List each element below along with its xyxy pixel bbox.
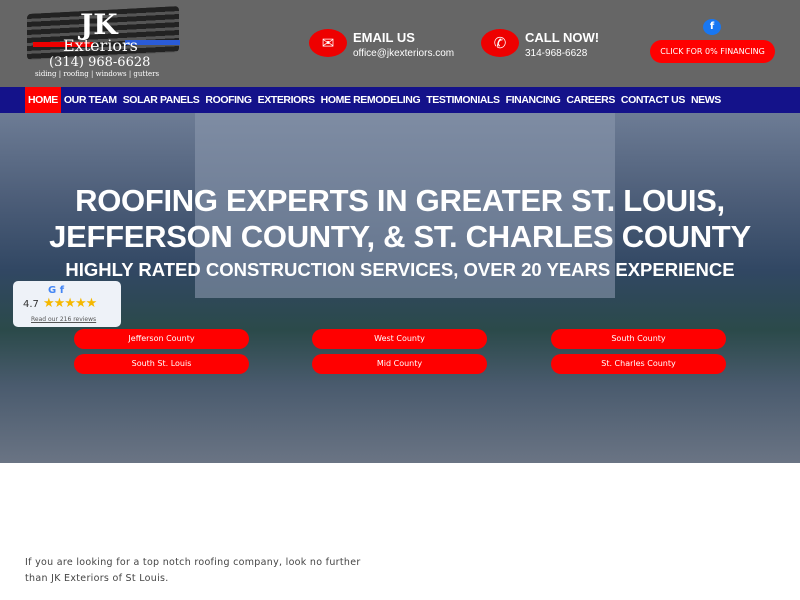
reviews-widget[interactable]: G f 4.7 ★★★★★ Read our 216 reviews [13, 281, 121, 327]
email-contact[interactable]: EMAIL US office@jkexteriors.com [353, 30, 454, 59]
phone-contact[interactable]: CALL NOW! 314-968-6628 [525, 30, 599, 59]
phone-icon[interactable]: ✆ [481, 29, 519, 57]
nav-home-remodeling[interactable]: HOME REMODELING [318, 87, 424, 113]
financing-button[interactable]: CLICK FOR 0% FINANCING [650, 40, 775, 63]
area-jefferson-county[interactable]: Jefferson County [74, 329, 249, 349]
phone-number[interactable]: 314-968-6628 [525, 48, 599, 59]
review-score: 4.7 [23, 299, 39, 310]
nav-news[interactable]: NEWS [688, 87, 724, 113]
main-nav: HOME OUR TEAM SOLAR PANELS ROOFING EXTER… [0, 87, 800, 113]
area-mid-county[interactable]: Mid County [312, 354, 487, 374]
logo-sub: Exteriors [63, 36, 138, 55]
email-title: EMAIL US [353, 30, 415, 45]
nav-testimonials[interactable]: TESTIMONIALS [423, 87, 502, 113]
logo-phone: (314) 968-6628 [49, 55, 151, 70]
nav-careers[interactable]: CAREERS [563, 87, 618, 113]
hero-title: ROOFING EXPERTS IN GREATER ST. LOUIS, JE… [49, 183, 751, 254]
logo-tagline: siding | roofing | windows | gutters [35, 70, 160, 78]
star-rating-icon: ★★★★★ [43, 296, 97, 311]
area-south-county[interactable]: South County [551, 329, 726, 349]
envelope-icon[interactable]: ✉ [309, 29, 347, 57]
intro-text: If you are looking for a top notch roofi… [25, 557, 361, 584]
hero: ROOFING EXPERTS IN GREATER ST. LOUIS, JE… [0, 113, 800, 463]
nav-our-team[interactable]: OUR TEAM [61, 87, 120, 113]
nav-solar-panels[interactable]: SOLAR PANELS [120, 87, 203, 113]
reviews-link[interactable]: Read our 216 reviews [31, 316, 96, 323]
call-title: CALL NOW! [525, 30, 600, 45]
review-platform-icons: G f [48, 285, 65, 296]
hero-subtitle: HIGHLY RATED CONSTRUCTION SERVICES, OVER… [65, 259, 735, 280]
facebook-icon[interactable]: f [703, 19, 721, 35]
nav-financing[interactable]: FINANCING [503, 87, 564, 113]
nav-contact-us[interactable]: CONTACT US [618, 87, 688, 113]
area-st-charles-county[interactable]: St. Charles County [551, 354, 726, 374]
header: JK Exteriors (314) 968-6628 siding | roo… [0, 0, 800, 87]
nav-exteriors[interactable]: EXTERIORS [255, 87, 318, 113]
nav-home[interactable]: HOME [25, 87, 61, 113]
area-south-st-louis[interactable]: South St. Louis [74, 354, 249, 374]
area-west-county[interactable]: West County [312, 329, 487, 349]
logo[interactable]: JK Exteriors (314) 968-6628 siding | roo… [25, 6, 185, 80]
email-address[interactable]: office@jkexteriors.com [353, 48, 454, 59]
nav-roofing[interactable]: ROOFING [202, 87, 254, 113]
